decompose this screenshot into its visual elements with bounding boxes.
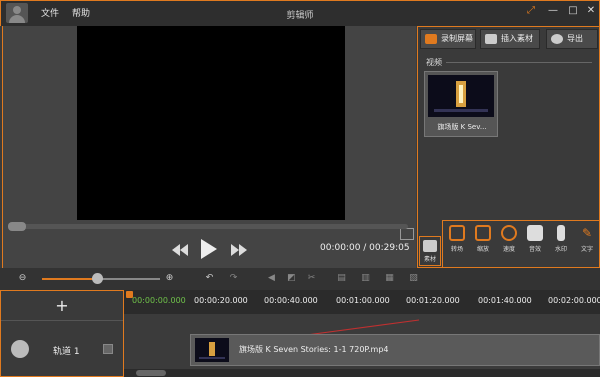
source-button[interactable]: 素材 [419,236,441,266]
ruler-tick: 00:00:20.000 [194,296,248,305]
ruler-tick: 00:01:40.000 [478,296,532,305]
time-ruler[interactable]: 00:00:00.000 00:00:20.000 00:00:40.000 0… [124,290,600,314]
redo-icon[interactable]: ↷ [228,273,239,284]
cut-icon[interactable]: ✂ [306,273,317,284]
speed-button[interactable]: 速度 [499,225,519,265]
audio-button[interactable]: 音效 [525,225,545,265]
minimize-icon[interactable]: — [546,4,560,18]
transition-button[interactable]: 转场 [447,225,467,265]
play-icon[interactable] [201,239,217,259]
media-title: 旗场版 K Sev... [437,123,487,131]
ruler-tick: 00:01:20.000 [406,296,460,305]
skin-icon[interactable]: ⤢ [524,4,538,18]
ruler-tick: 00:01:00.000 [336,296,390,305]
camera-icon [485,34,497,44]
playback-time: 00:00:00 / 00:29:05 [320,243,410,253]
seek-handle[interactable] [8,222,26,231]
transition-icon [449,225,465,241]
speed-icon [501,225,517,241]
ruler-tick: 00:00:00.000 [132,296,186,305]
zoom-button[interactable]: 缩放 [473,225,493,265]
thumbnail-image [428,75,494,117]
camera-icon [423,240,437,252]
stamp-icon [557,225,565,241]
film-reel-icon [11,340,29,358]
mute-icon[interactable]: ◀ [266,273,277,284]
crop-icon[interactable]: ◩ [286,273,297,284]
track-header-panel: + 轨道 1 [0,290,124,377]
media-thumbnail[interactable]: 旗场版 K Sev... [424,71,498,137]
text-button[interactable]: ✎ 文字 [577,225,597,265]
video-preview-screen[interactable] [77,26,345,220]
zoom-out-icon[interactable]: ⊖ [17,273,28,284]
edit-tools: 转场 缩放 速度 音效 水印 ✎ 文字 [442,220,600,268]
tab-record-screen[interactable]: 录制屏幕 [420,29,476,49]
bars-icon[interactable]: ▦ [384,273,395,284]
fullscreen-icon[interactable] [400,228,414,240]
undo-icon[interactable]: ↶ [204,273,215,284]
timeline-clip[interactable]: 旗场版 K Seven Stories: 1-1 720P.mp4 [190,334,600,366]
zoom-slider-handle[interactable] [92,273,103,284]
track-name: 轨道 1 [53,347,80,357]
film-reel-icon [551,34,563,44]
lock-icon[interactable] [103,344,113,354]
track-row-header: 轨道 1 [1,331,123,367]
divider [446,62,592,63]
pip-icon[interactable]: ▧ [408,273,419,284]
delete-icon[interactable]: ▤ [336,273,347,284]
timeline-scrollbar[interactable] [124,369,600,377]
tab-insert-material[interactable]: 插入素材 [480,29,540,49]
video-section-label: 视频 [426,58,442,67]
clip-title: 旗场版 K Seven Stories: 1-1 720P.mp4 [239,345,389,354]
tab-export[interactable]: 导出 [546,29,598,49]
scrollbar-thumb[interactable] [136,370,166,376]
fast-forward-icon[interactable] [231,244,247,256]
preview-panel [2,26,416,268]
record-icon [425,34,437,44]
add-track-button[interactable]: + [1,291,123,321]
ruler-tick: 00:02:00.000 [548,296,600,305]
pen-icon: ✎ [581,226,593,240]
maximize-icon[interactable]: □ [566,4,580,18]
zoom-in-icon[interactable]: ⊕ [164,273,175,284]
close-icon[interactable]: ✕ [584,4,598,18]
seek-bar[interactable] [8,224,408,229]
zoom-icon [475,225,491,241]
speaker-icon [527,225,543,241]
split-icon[interactable]: ▥ [360,273,371,284]
zoom-slider-fill [42,278,98,280]
watermark-button[interactable]: 水印 [551,225,571,265]
ruler-tick: 00:00:40.000 [264,296,318,305]
playhead[interactable] [126,291,133,298]
rewind-icon[interactable] [172,244,188,256]
app-title: 剪辑师 [286,11,314,21]
clip-thumbnail [195,338,229,362]
